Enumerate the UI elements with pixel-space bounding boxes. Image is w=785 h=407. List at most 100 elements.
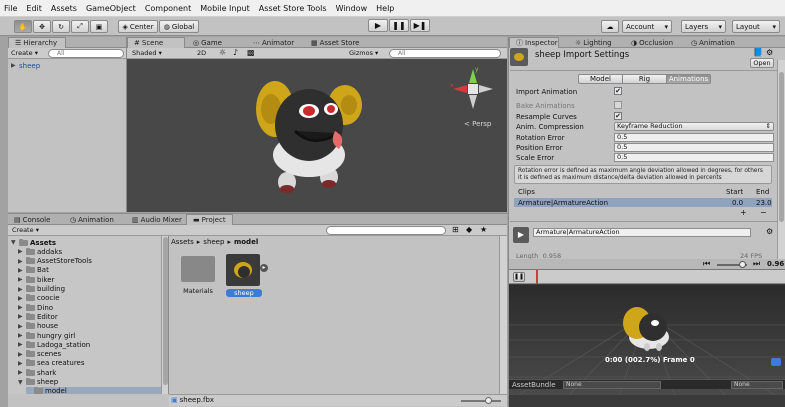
expand-arrow-icon[interactable]: ▶ [18, 351, 24, 358]
clip-name-field[interactable]: Armature|ArmatureAction [533, 228, 751, 237]
tab-audio-mixer[interactable]: ▥ Audio Mixer [126, 214, 188, 225]
resample-curves-checkbox[interactable]: ✔ [614, 112, 622, 120]
menu-edit[interactable]: Edit [26, 4, 42, 13]
tab-hierarchy[interactable]: ☰ Hierarchy [8, 37, 66, 48]
folder-tree-item[interactable]: ▶ house [18, 322, 58, 331]
expand-arrow-icon[interactable]: ▶ [18, 304, 24, 311]
filter-type-icon[interactable]: ⊞ [452, 225, 459, 234]
expand-arrow-icon[interactable]: ▼ [11, 239, 17, 246]
folder-tree-item[interactable]: model [26, 386, 161, 394]
folder-tree-item[interactable]: ▼ sheep [18, 378, 58, 387]
breadcrumb-sheep[interactable]: sheep [203, 238, 224, 246]
folder-tree-item[interactable]: ▼ Assets [11, 238, 56, 247]
orientation-gizmo[interactable]: y x [449, 65, 497, 115]
thumbnail-size-slider[interactable] [461, 397, 501, 404]
import-animation-checkbox[interactable]: ✔ [614, 87, 622, 95]
menu-mobile-input[interactable]: Mobile Input [200, 4, 250, 13]
project-search-input[interactable] [326, 226, 446, 235]
account-dropdown[interactable]: Account ▾ [622, 20, 672, 33]
layers-dropdown[interactable]: Layers ▾ [681, 20, 726, 33]
position-error-field[interactable]: 0.5 [614, 143, 774, 152]
add-clip-button[interactable]: + [740, 208, 747, 217]
pause-button[interactable]: ❚❚ [389, 19, 409, 32]
expand-arrow-icon[interactable]: ▶ [18, 369, 24, 376]
folder-tree-item[interactable]: ▶ Ladoga_station [18, 340, 90, 349]
tab-inspector[interactable]: ⓘ Inspector [509, 37, 559, 48]
menu-component[interactable]: Component [145, 4, 191, 13]
tab-rig[interactable]: Rig [622, 74, 667, 84]
folder-tree-item[interactable]: ▶ AssetStoreTools [18, 257, 92, 266]
settings-gear-icon[interactable]: ⚙ [766, 227, 773, 236]
help-icon[interactable]: 📘 [753, 48, 763, 57]
clip-row[interactable]: Armature|ArmatureAction 0.0 23.0 [514, 198, 772, 207]
settings-gear-icon[interactable]: ⚙ [766, 48, 773, 57]
folder-tree-item[interactable]: ▶ biker [18, 275, 54, 284]
shading-mode-dropdown[interactable]: Shaded ▾ [132, 49, 162, 57]
tab-scene[interactable]: # Scene [127, 37, 185, 48]
tab-game[interactable]: ◎ Game [187, 37, 228, 48]
speed-fast-icon[interactable]: ⏭ [753, 259, 760, 269]
expand-arrow-icon[interactable]: ▶ [18, 313, 24, 320]
folder-tree-item[interactable]: ▶ building [18, 285, 65, 294]
scale-error-field[interactable]: 0.5 [614, 153, 774, 162]
tab-console[interactable]: ▤ Console [8, 214, 56, 225]
expand-arrow-icon[interactable]: ▶ [18, 295, 24, 302]
bake-animations-checkbox[interactable] [614, 101, 622, 109]
global-button[interactable]: ◍ Global [159, 20, 199, 33]
tab-animations[interactable]: Animations [666, 74, 711, 84]
folder-tree-item[interactable]: ▶ shark [18, 368, 56, 377]
menu-gameobject[interactable]: GameObject [86, 4, 136, 13]
cloud-button[interactable]: ☁ [601, 20, 619, 33]
folder-tree-item[interactable]: ▶ sea creatures [18, 359, 85, 368]
open-button[interactable]: Open [750, 58, 774, 68]
expand-arrow-icon[interactable]: ▶ [18, 276, 24, 283]
effects-icon[interactable]: ▩ [247, 48, 255, 57]
anim-compression-dropdown[interactable]: Keyframe Reduction ⇕ [614, 122, 774, 131]
tab-project[interactable]: ▬ Project [186, 214, 233, 225]
project-scrollbar[interactable] [499, 236, 507, 394]
expand-arrow-icon[interactable]: ▶ [18, 258, 24, 265]
filter-label-icon[interactable]: ◆ [466, 225, 472, 234]
slider-knob[interactable] [739, 261, 746, 268]
tab-animation[interactable]: ◷ Animation [64, 214, 120, 225]
hierarchy-search-input[interactable]: All [48, 49, 124, 58]
step-button[interactable]: ▶❚ [410, 19, 430, 32]
folder-tree-item[interactable]: ▶ hungry girl [18, 331, 75, 340]
tab-model[interactable]: Model [578, 74, 623, 84]
lighting-icon[interactable]: ☼ [219, 48, 226, 57]
expand-asset-icon[interactable]: ▸ [260, 264, 268, 272]
project-create-button[interactable]: Create ▾ [12, 226, 39, 234]
menu-assets[interactable]: Assets [51, 4, 77, 13]
menu-file[interactable]: File [4, 4, 17, 13]
breadcrumb-model[interactable]: model [234, 238, 258, 246]
expand-arrow-icon[interactable]: ▶ [18, 332, 24, 339]
speed-slider[interactable] [717, 261, 747, 268]
expand-arrow-icon[interactable]: ▼ [18, 379, 24, 386]
folder-tree-item[interactable]: ▶ Editor [18, 312, 58, 321]
layout-dropdown[interactable]: Layout ▾ [732, 20, 780, 33]
hierarchy-item-sheep[interactable]: ▶ sheep [11, 61, 40, 70]
pause-button[interactable]: ❚❚ [513, 272, 525, 282]
expand-arrow-icon[interactable]: ▶ [18, 360, 24, 367]
menu-help[interactable]: Help [376, 4, 394, 13]
speed-slow-icon[interactable]: ⏮ [703, 259, 710, 269]
scene-search-input[interactable]: All [389, 49, 501, 58]
slider-knob[interactable] [485, 397, 492, 404]
gizmos-dropdown[interactable]: Gizmos ▾ [349, 49, 378, 57]
remove-clip-button[interactable]: − [760, 208, 767, 217]
breadcrumb-assets[interactable]: Assets [171, 238, 194, 246]
inspector-scrollbar[interactable] [777, 60, 785, 259]
clip-play-icon[interactable]: ▶ [513, 227, 529, 243]
preview-sheep-model[interactable] [619, 303, 679, 353]
asset-materials-folder[interactable]: Materials [178, 252, 218, 300]
assetbundle-dropdown[interactable]: None [563, 381, 661, 389]
move-tool-button[interactable]: ✥ [33, 20, 51, 33]
timeline-playhead[interactable] [536, 270, 538, 284]
sheep-model[interactable] [247, 67, 377, 202]
hand-tool-button[interactable]: ✋ [14, 20, 32, 33]
tree-scroll-thumb[interactable] [163, 237, 168, 385]
hierarchy-create-button[interactable]: Create ▾ [11, 49, 38, 57]
expand-arrow-icon[interactable]: ▶ [18, 267, 24, 274]
menu-window[interactable]: Window [336, 4, 368, 13]
persp-label[interactable]: < Persp [464, 120, 491, 128]
